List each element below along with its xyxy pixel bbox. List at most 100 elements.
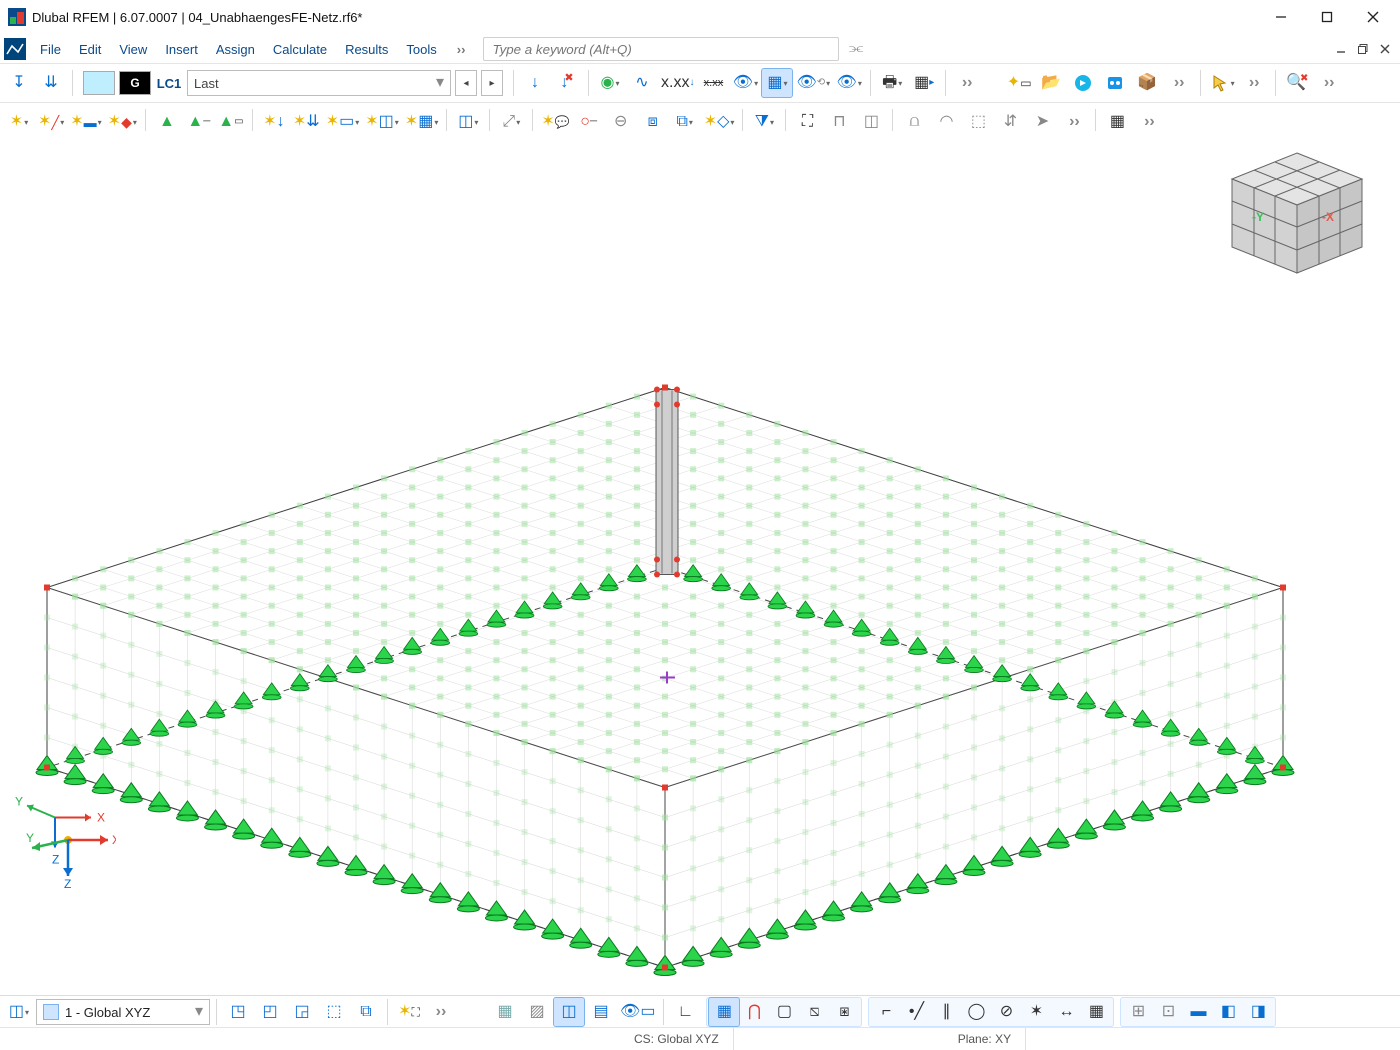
lc-next-button[interactable]: ▸ xyxy=(481,70,503,96)
chevron-down-icon: ▾ xyxy=(195,1004,203,1020)
cube-x-label: -X xyxy=(1322,210,1334,224)
menu-calculate[interactable]: Calculate xyxy=(265,38,335,61)
osnap-parallel-button[interactable]: ∥ xyxy=(931,998,961,1026)
menu-edit[interactable]: Edit xyxy=(71,38,109,61)
window-title: Dlubal RFEM | 6.07.0007 | 04_Unabhaenges… xyxy=(32,10,1258,25)
toolbar-overflow-1[interactable]: ›› xyxy=(952,69,982,97)
osnap-group: ⌐ •╱ ∥ ◯ ⊘ ✶ ↔ ▦ xyxy=(868,997,1114,1027)
cloud-a-button[interactable] xyxy=(1068,69,1098,97)
osnap-node-button[interactable]: •╱ xyxy=(901,998,931,1026)
open-button[interactable]: 📂 xyxy=(1036,69,1066,97)
viewport-3d[interactable]: X Y Z X Y Z -Y -X xyxy=(0,131,1400,998)
new-project-button[interactable]: ✦▭ xyxy=(1004,69,1034,97)
mdi-close-button[interactable] xyxy=(1374,40,1396,58)
show-loads-button[interactable]: ↓ xyxy=(520,69,550,97)
lc-category-chip[interactable]: G xyxy=(119,71,151,95)
view-xz-button[interactable]: ◰ xyxy=(255,998,285,1026)
menu-insert[interactable]: Insert xyxy=(157,38,206,61)
display-transparent-button[interactable]: ◫ xyxy=(554,998,584,1026)
lc-color-chip[interactable] xyxy=(83,71,115,95)
minimize-button[interactable] xyxy=(1258,1,1304,33)
column-element xyxy=(654,387,680,578)
grid-on-button[interactable]: ⊞ xyxy=(1123,998,1153,1026)
results-values-button[interactable]: x.xx↓ xyxy=(659,69,696,97)
view-custom-button[interactable]: ⧉ xyxy=(351,998,381,1026)
status-plane: Plane: XY xyxy=(944,1028,1026,1050)
toolbar-row-1: ↧ ⇊ G LC1 Last▾ ◂ ▸ ↓ ↓✖ ◉▾ ∿ x.xx↓ x.xx… xyxy=(0,64,1400,103)
animate-button[interactable]: ▦▸ xyxy=(909,69,939,97)
show-values-button[interactable]: 👁▾ xyxy=(730,69,760,97)
display-wire-button[interactable]: ▨ xyxy=(522,998,552,1026)
svg-text:Y: Y xyxy=(15,795,23,809)
find-button[interactable]: 🔍✖ xyxy=(1282,69,1312,97)
maximize-button[interactable] xyxy=(1304,1,1350,33)
clipping-button[interactable]: ▬ xyxy=(1183,998,1213,1026)
work-plane-button[interactable]: ◫▾ xyxy=(4,998,34,1026)
svg-text:Z: Z xyxy=(52,853,59,867)
new-load-button[interactable]: ↧ xyxy=(4,69,34,97)
close-button[interactable] xyxy=(1350,1,1396,33)
mdi-restore-button[interactable] xyxy=(1352,40,1374,58)
osnap-circle-button[interactable]: ◯ xyxy=(961,998,991,1026)
results-deformation-button[interactable]: ∿ xyxy=(627,69,657,97)
osnap-end-button[interactable]: ⌐ xyxy=(871,998,901,1026)
display-group: ⊞ ⊡ ▬ ◧ ◨ xyxy=(1120,997,1276,1027)
menu-tools[interactable]: Tools xyxy=(398,38,444,61)
snap-magnet-button[interactable]: ⋂ xyxy=(739,998,769,1026)
view-iso-button[interactable]: ⬚ xyxy=(319,998,349,1026)
section2-button[interactable]: ◨ xyxy=(1243,998,1273,1026)
osnap-extend-button[interactable]: ↔ xyxy=(1051,998,1081,1026)
origin-button[interactable]: ∟ xyxy=(670,998,700,1026)
isoband-button[interactable]: ▦▾ xyxy=(762,69,792,97)
cloud-b-button[interactable] xyxy=(1100,69,1130,97)
menu-results[interactable]: Results xyxy=(337,38,396,61)
lc-dropdown[interactable]: Last▾ xyxy=(187,70,451,96)
zoom-all-button[interactable]: ✶⛶ xyxy=(394,998,424,1026)
loadcase-selector: G LC1 Last▾ ◂ ▸ xyxy=(83,70,503,96)
select-button[interactable]: ▾ xyxy=(1207,69,1237,97)
display-solid-button[interactable]: ▦ xyxy=(490,998,520,1026)
search-input[interactable] xyxy=(483,37,839,61)
view-xy-button[interactable]: ◳ xyxy=(223,998,253,1026)
navcube[interactable]: -Y -X xyxy=(1222,145,1372,285)
print-graphic-button[interactable]: 🖶▾ xyxy=(877,69,907,97)
view-yz-button[interactable]: ◲ xyxy=(287,998,317,1026)
display-mode4-button[interactable]: ▤ xyxy=(586,998,616,1026)
new-load-combination-button[interactable]: ⇊ xyxy=(36,69,66,97)
work-plane-dropdown[interactable]: 1 - Global XYZ ▾ xyxy=(36,999,210,1025)
chevron-down-icon: ▾ xyxy=(436,75,444,91)
delete-loads-button[interactable]: ↓✖ xyxy=(552,69,582,97)
toolbar-overflow-4[interactable]: ›› xyxy=(1314,69,1344,97)
model-manager-button[interactable]: 📦 xyxy=(1132,69,1162,97)
menu-assign[interactable]: Assign xyxy=(208,38,263,61)
cube-y-label: -Y xyxy=(1252,210,1264,224)
logo-icon xyxy=(4,38,26,60)
plane-swatch-icon xyxy=(43,1004,59,1020)
lc-prev-button[interactable]: ◂ xyxy=(455,70,477,96)
display-mode5-button[interactable]: 👁▭ xyxy=(618,998,657,1026)
snap-rect2-button[interactable]: ⧅ xyxy=(799,998,829,1026)
show-hidden2-button[interactable]: 👁▾ xyxy=(834,69,864,97)
snap-grid-button[interactable]: ▦ xyxy=(709,998,739,1026)
menubar: File Edit View Insert Assign Calculate R… xyxy=(0,35,1400,64)
section-button[interactable]: ◧ xyxy=(1213,998,1243,1026)
show-hidden-button[interactable]: 👁⟲▾ xyxy=(794,69,832,97)
axes-on-button[interactable]: ⊡ xyxy=(1153,998,1183,1026)
results-navigator-button[interactable]: x.xx xyxy=(698,69,728,97)
toolbar-overflow-2[interactable]: ›› xyxy=(1164,69,1194,97)
snap-rect3-button[interactable]: ⧆ xyxy=(829,998,859,1026)
menu-file[interactable]: File xyxy=(32,38,69,61)
search-settings-icon[interactable]: ⫘ xyxy=(849,41,863,57)
menu-overflow[interactable]: ›› xyxy=(447,42,476,57)
toolbar-overflow-3[interactable]: ›› xyxy=(1239,69,1269,97)
osnap-grid2-button[interactable]: ▦ xyxy=(1081,998,1111,1026)
osnap-intersect-button[interactable]: ✶ xyxy=(1021,998,1051,1026)
mdi-minimize-button[interactable] xyxy=(1330,40,1352,58)
snap-rect-button[interactable]: ▢ xyxy=(769,998,799,1026)
osnap-tangent-button[interactable]: ⊘ xyxy=(991,998,1021,1026)
results-display-button[interactable]: ◉▾ xyxy=(595,69,625,97)
work-plane-label: 1 - Global XYZ xyxy=(65,1005,150,1020)
statusline: CS: Global XYZ Plane: XY xyxy=(0,1027,1400,1050)
menu-view[interactable]: View xyxy=(111,38,155,61)
bottom-overflow-1[interactable]: ›› xyxy=(426,998,456,1026)
